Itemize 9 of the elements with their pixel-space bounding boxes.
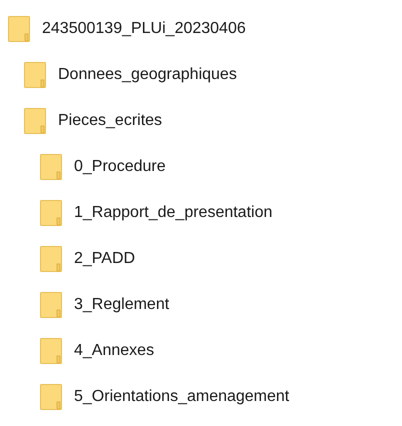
folder-name[interactable]: Donnees_geographiques — [58, 63, 237, 87]
folder-name[interactable]: 1_Rapport_de_presentation — [74, 201, 272, 225]
folder-name[interactable]: 2_PADD — [74, 247, 136, 271]
folder-name[interactable]: 243500139_PLUi_20230406 — [42, 17, 246, 41]
folder-name[interactable]: Pieces_ecrites — [58, 109, 162, 133]
folder-name[interactable]: 0_Procedure — [74, 155, 166, 179]
folder-name[interactable]: 3_Reglement — [74, 293, 170, 317]
folder-name[interactable]: 4_Annexes — [74, 339, 154, 363]
folder-name[interactable]: 5_Orientations_amenagement — [74, 385, 290, 409]
